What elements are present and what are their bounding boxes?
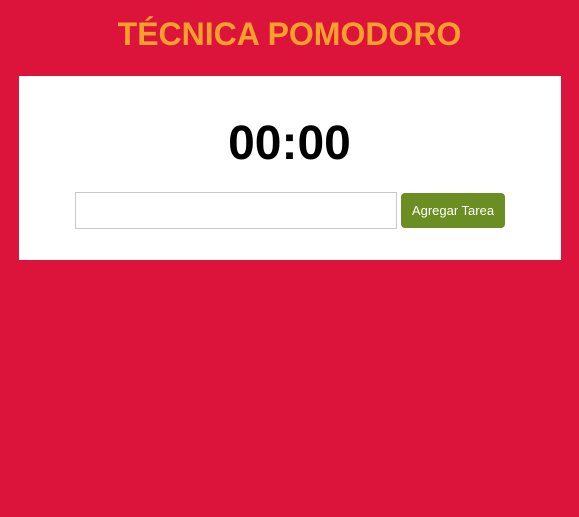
add-task-button[interactable]: Agregar Tarea <box>401 193 505 228</box>
task-input[interactable] <box>75 192 397 229</box>
page-title: TÉCNICA POMODORO <box>117 16 462 52</box>
timer-display: 00:00 <box>228 117 351 170</box>
